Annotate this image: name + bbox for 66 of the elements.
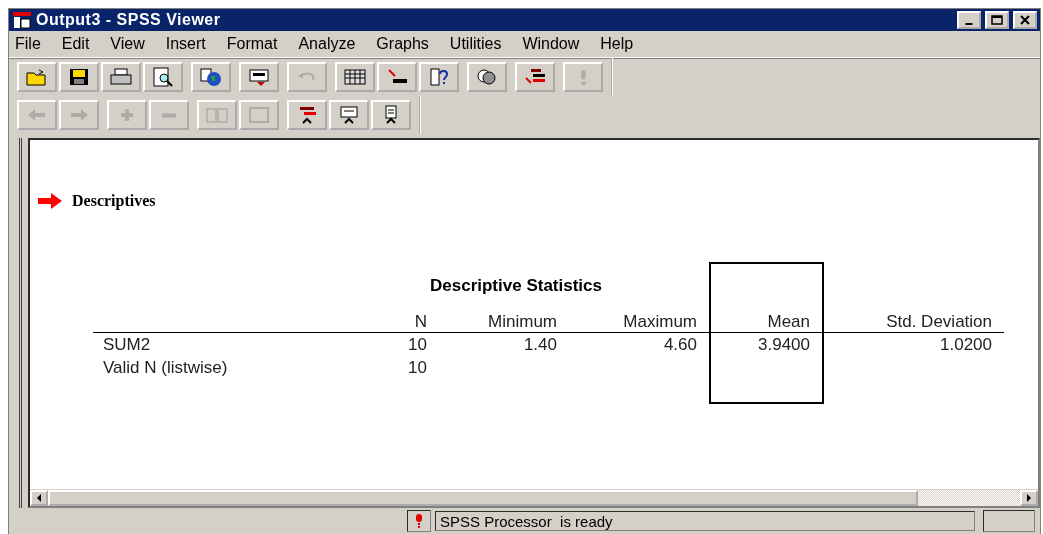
toolbar-button[interactable] xyxy=(335,62,375,92)
table-cell-text: 10 xyxy=(407,334,428,356)
menu-item[interactable]: Format xyxy=(226,35,289,53)
close-icon xyxy=(1020,15,1030,25)
toolbar-button[interactable] xyxy=(191,62,231,92)
book-icon xyxy=(205,105,229,125)
menu-item[interactable]: Utilities xyxy=(449,35,513,53)
table-title: Descriptive Statistics xyxy=(430,276,603,296)
row-label: Valid N (listwise) xyxy=(102,357,229,379)
globe-page-icon xyxy=(199,67,223,87)
grid-icon xyxy=(343,67,367,87)
table-cell-text: 4.60 xyxy=(662,334,698,356)
window-icon xyxy=(247,67,271,87)
column-header: Maximum xyxy=(569,307,709,333)
toolbar-button[interactable] xyxy=(101,62,141,92)
magnifier-page-icon xyxy=(151,67,175,87)
toolbar-button[interactable] xyxy=(419,62,459,92)
toolbar-button[interactable] xyxy=(371,100,411,130)
menu-item[interactable]: Insert xyxy=(165,35,217,53)
status-message: SPSS Processor is ready xyxy=(435,511,975,531)
minimize-icon xyxy=(965,23,973,25)
column-header: Mean xyxy=(711,307,822,333)
column-header: Std. Deviation xyxy=(824,307,1004,333)
minimize-button[interactable] xyxy=(957,11,981,29)
maximize-icon xyxy=(991,15,1003,25)
table-cell-text: 1.40 xyxy=(522,334,558,356)
scroll-left-button[interactable] xyxy=(30,490,48,506)
toolbar-button[interactable] xyxy=(377,62,417,92)
folder-icon xyxy=(25,67,49,87)
table-cell-text: 3.9400 xyxy=(757,334,811,356)
scroll-right-button[interactable] xyxy=(1020,490,1038,506)
table-cell-text: 1.0200 xyxy=(939,334,993,356)
toolbar-button[interactable] xyxy=(59,62,99,92)
arrow-icon xyxy=(38,193,62,209)
output-heading: Descriptives xyxy=(72,192,156,210)
app-icon xyxy=(12,11,32,29)
menu-item[interactable]: Help xyxy=(600,35,645,53)
help-icon xyxy=(427,67,451,87)
minus-icon xyxy=(161,112,177,118)
menu-item[interactable]: File xyxy=(15,35,52,53)
column-header: N xyxy=(311,307,439,333)
exclamation-icon xyxy=(580,69,586,85)
close-button[interactable] xyxy=(1013,11,1037,29)
menu-item[interactable]: Analyze xyxy=(298,35,367,53)
toolbar-button[interactable] xyxy=(239,62,279,92)
circles-icon xyxy=(475,67,499,87)
toolbar-button[interactable] xyxy=(329,100,369,130)
column-header: Minimum xyxy=(439,307,569,333)
menu-item[interactable]: View xyxy=(110,35,156,53)
table-cell-text: 10 xyxy=(407,357,428,379)
toolbar-button[interactable] xyxy=(515,62,555,92)
window-title: Output3 - SPSS Viewer xyxy=(36,11,222,29)
toolbar-button[interactable] xyxy=(467,62,507,92)
menu-item[interactable]: Edit xyxy=(61,35,101,53)
menu-item[interactable]: Graphs xyxy=(376,35,440,53)
title-insert-icon xyxy=(337,105,361,125)
left-triangle-icon xyxy=(36,494,42,502)
toolbar-button[interactable] xyxy=(287,100,327,130)
right-triangle-icon xyxy=(1026,494,1032,502)
scrollbar-thumb[interactable] xyxy=(48,490,918,506)
menu-item[interactable]: Window xyxy=(522,35,591,53)
maximize-button[interactable] xyxy=(985,11,1009,29)
page-icon xyxy=(247,105,271,125)
toolbar-button[interactable] xyxy=(143,62,183,92)
row-label: SUM2 xyxy=(102,334,152,356)
printer-icon xyxy=(109,67,133,87)
